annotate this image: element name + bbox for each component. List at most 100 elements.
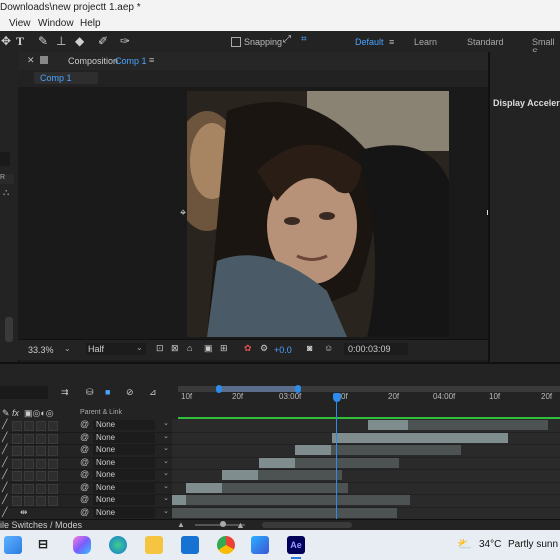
project-search-field[interactable] — [0, 152, 10, 166]
snapping-checkbox[interactable] — [231, 37, 241, 47]
copilot-icon[interactable] — [73, 536, 91, 554]
switch-box[interactable] — [12, 471, 22, 481]
layer-row[interactable]: ╱ @ None ⌄ — [0, 444, 172, 458]
project-scrollbar[interactable] — [5, 317, 13, 342]
parent-select[interactable]: None — [93, 432, 155, 443]
pick-whip-icon[interactable]: @ — [80, 494, 89, 504]
pick-whip-icon[interactable]: @ — [80, 419, 89, 429]
parent-select[interactable]: None — [93, 445, 155, 455]
menu-window[interactable]: Window — [38, 18, 74, 29]
clone-stamp-tool-icon[interactable]: ⊥ — [56, 34, 66, 48]
pick-whip-icon[interactable]: @ — [80, 432, 89, 442]
navigator-start-handle[interactable] — [216, 385, 222, 393]
switch-box[interactable] — [12, 458, 22, 469]
switch-box[interactable] — [36, 458, 46, 469]
menu-help[interactable]: Help — [80, 18, 101, 29]
panel-menu-icon[interactable]: ≡ — [149, 55, 154, 65]
switch-box[interactable] — [24, 496, 34, 506]
switch-box[interactable] — [48, 458, 58, 469]
lock-panel-icon[interactable] — [40, 56, 48, 64]
layer-bar-selected[interactable] — [186, 482, 222, 493]
edge-browser-icon[interactable] — [109, 536, 127, 554]
workspace-menu-icon[interactable]: ≡ — [389, 37, 394, 47]
transparency-grid-icon[interactable]: ⊠ — [171, 343, 179, 354]
layer-bar-selected[interactable] — [332, 432, 508, 443]
switch-box[interactable] — [48, 471, 58, 481]
snap-grid-icon[interactable]: ⌗ — [301, 34, 307, 45]
layer-bar-selected[interactable] — [222, 470, 258, 480]
pick-whip-icon[interactable]: @ — [80, 444, 89, 454]
layer-bar-selected[interactable] — [368, 420, 408, 430]
switch-box[interactable] — [24, 458, 34, 469]
graph-editor-icon[interactable]: ⊿ — [149, 387, 157, 398]
layer-row[interactable]: ╱ @ None ⌄ — [0, 469, 172, 483]
layer-bar-selected[interactable] — [295, 445, 331, 455]
task-view-icon[interactable]: ⊟ — [38, 537, 48, 551]
parent-select[interactable]: None — [93, 507, 155, 518]
layer-row[interactable]: ╱ ⇹ @ None ⌄ — [0, 507, 172, 520]
zoom-in-icon[interactable]: ▲ — [236, 520, 245, 530]
switch-box[interactable] — [12, 496, 22, 506]
workspace-learn[interactable]: Learn — [414, 37, 437, 47]
close-panel-icon[interactable]: ✕ — [27, 55, 35, 66]
switch-box[interactable] — [24, 421, 34, 431]
tab-comp-1[interactable]: Comp 1 — [34, 72, 98, 84]
switch-box[interactable] — [12, 421, 22, 431]
switch-box[interactable] — [36, 483, 46, 494]
layer-row[interactable]: ╱ @ None ⌄ — [0, 419, 172, 433]
weather-description[interactable]: Partly sunn — [508, 539, 558, 550]
switch-box[interactable] — [36, 433, 46, 444]
eraser-tool-icon[interactable]: ◆ — [75, 34, 84, 48]
timeline-scrollbar[interactable] — [262, 522, 352, 528]
fast-previews-icon[interactable]: ⊡ — [156, 343, 164, 354]
chrome-icon[interactable] — [217, 536, 235, 554]
layer-row[interactable]: ╱ @ None ⌄ — [0, 432, 172, 445]
toggle-switches-modes[interactable]: ile Switches / Modes — [0, 520, 82, 530]
layer-bar[interactable] — [172, 495, 410, 505]
show-snapshot-icon[interactable]: ☺ — [324, 343, 333, 353]
switch-box[interactable] — [36, 446, 46, 456]
switch-box[interactable] — [48, 433, 58, 444]
puppet-pin-tool-icon[interactable]: ✑ — [120, 34, 130, 48]
switch-box[interactable] — [24, 446, 34, 456]
magnification-value[interactable]: 33.3% — [28, 345, 54, 355]
composition-header-comp[interactable]: Comp 1 — [115, 56, 147, 66]
current-time-field[interactable]: 0:00:03:09 — [344, 343, 408, 355]
roto-brush-tool-icon[interactable]: ✐ — [98, 34, 108, 48]
pick-whip-icon[interactable]: @ — [80, 469, 89, 479]
snap-options-icon[interactable]: ⤢ — [283, 34, 291, 45]
switch-box[interactable] — [48, 446, 58, 456]
pan-behind-tool-icon[interactable]: ✥ — [1, 34, 11, 48]
playhead-handle[interactable] — [333, 393, 341, 402]
weather-temperature[interactable]: 34°C — [479, 539, 501, 550]
switch-box[interactable] — [24, 471, 34, 481]
type-tool-icon[interactable]: T — [16, 34, 24, 49]
switch-box[interactable] — [12, 483, 22, 494]
layer-row[interactable]: ╱ @ None ⌄ — [0, 457, 172, 470]
switch-box[interactable] — [36, 496, 46, 506]
switch-box[interactable] — [36, 421, 46, 431]
layer-bar[interactable] — [172, 507, 397, 518]
parent-select[interactable]: None — [93, 470, 155, 480]
pick-whip-icon[interactable]: @ — [80, 482, 89, 492]
microsoft-store-icon[interactable] — [251, 536, 269, 554]
zoom-slider-handle[interactable] — [220, 521, 226, 527]
pick-whip-icon[interactable]: @ — [80, 507, 89, 517]
frame-blending-icon[interactable]: ■ — [105, 387, 110, 397]
layer-row[interactable]: ╱ @ None ⌄ — [0, 494, 172, 508]
exposure-value[interactable]: +0.0 — [274, 345, 292, 355]
start-icon[interactable] — [4, 536, 22, 554]
motion-blur-icon[interactable]: ⊘ — [126, 387, 134, 398]
switch-box[interactable] — [36, 471, 46, 481]
pick-whip-icon[interactable]: @ — [80, 457, 89, 467]
switch-box[interactable] — [12, 446, 22, 456]
weather-icon[interactable]: ⛅ — [457, 537, 472, 551]
switch-box[interactable] — [24, 433, 34, 444]
shy-layers-icon[interactable]: ⛁ — [86, 387, 94, 398]
outlook-icon[interactable] — [181, 536, 199, 554]
anchor-point-icon[interactable]: ⌖ — [180, 207, 186, 220]
resolution-select[interactable]: Half ⌄ — [86, 343, 146, 355]
after-effects-icon[interactable]: Ae — [287, 536, 305, 554]
grid-guides-icon[interactable]: ⊞ — [220, 343, 228, 354]
magnification-chevron-icon[interactable]: ⌄ — [64, 344, 71, 353]
